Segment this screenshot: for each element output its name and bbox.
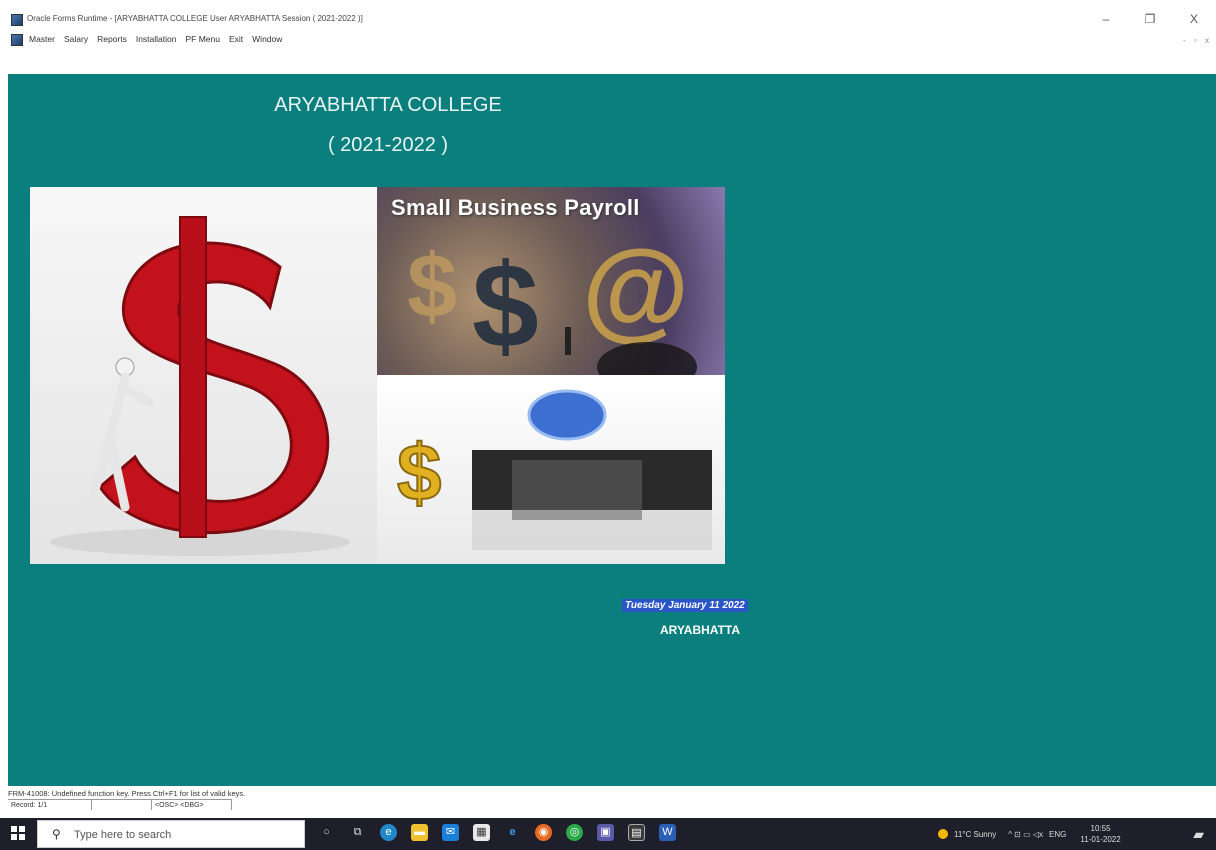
oracle-forms-taskbar-icon[interactable]: ▤ [628,824,645,841]
clock-date: 11-01-2022 [1080,835,1121,844]
cortana-icon[interactable]: ○ [318,824,335,841]
minimize-button[interactable]: – [1084,8,1128,30]
chrome-icon[interactable]: ◎ [566,824,583,841]
status-cell-blank [92,799,152,810]
status-bar: FRM-41008: Undefined function key. Press… [0,786,1216,818]
menu-reports[interactable]: Reports [97,34,127,44]
menu-installation[interactable]: Installation [136,34,177,44]
tray-icons[interactable]: ^ ⊡ ▭ ◁x [1008,830,1043,839]
notification-icon[interactable]: ▰ [1193,826,1204,843]
search-icon: ⚲ [52,827,61,841]
word-icon[interactable]: W [659,824,676,841]
window-title: Oracle Forms Runtime - [ARYABHATTA COLLE… [27,14,363,23]
internet-explorer-icon[interactable]: e [504,824,521,841]
calculator-icon[interactable]: ▦ [473,824,490,841]
mdi-window-controls[interactable]: - ▫ x [1183,36,1212,45]
windows-taskbar: ⚲ Type here to search ○ ⧉ e ▬ ✉ ▦ e ◉ ◎ … [0,818,1216,850]
status-message: FRM-41008: Undefined function key. Press… [8,789,246,798]
mail-icon[interactable]: ✉ [442,824,459,841]
svg-text:$: $ [397,428,442,517]
svg-text:$: $ [407,237,457,337]
banner-title: Small Business Payroll [391,195,640,220]
session-year: ( 2021-2022 ) [327,134,449,156]
osc-dbg-indicator: <OSC> <DBG> [152,799,232,810]
weather-text[interactable]: 11°C Sunny [954,830,996,839]
record-indicator: Record: 1/1 [8,799,92,810]
payroll-image-collage: $ $ @ Small Business Payroll $ [30,187,725,564]
current-date: Tuesday January 11 2022 [622,599,748,612]
restore-button[interactable]: ❐ [1128,8,1172,30]
app-icon[interactable]: ▣ [597,824,614,841]
firefox-icon[interactable]: ◉ [535,824,552,841]
title-bar: Oracle Forms Runtime - [ARYABHATTA COLLE… [0,0,1216,30]
gold-dollar-cubes-image: $ [377,375,725,564]
clock[interactable]: 10:55 11-01-2022 [1080,823,1120,845]
college-name: ARYABHATTA COLLEGE [274,94,502,116]
search-placeholder: Type here to search [74,829,172,841]
task-view-icon[interactable]: ⧉ [349,824,366,841]
clock-time: 10:55 [1090,824,1111,833]
menu-master[interactable]: Master [29,34,55,44]
current-user: ARYABHATTA [660,623,740,637]
menu-window[interactable]: Window [252,34,282,44]
menu-bar: Master Salary Reports Installation PF Me… [0,30,1216,74]
red-dollar-image [30,187,377,564]
payroll-banner-image: $ $ @ Small Business Payroll [377,187,725,375]
svg-text:@: @ [582,228,689,351]
taskbar-search-box[interactable]: ⚲ Type here to search [37,820,305,848]
menu-exit[interactable]: Exit [229,34,243,44]
oracle-forms-window: Oracle Forms Runtime - [ARYABHATTA COLLE… [0,0,1216,850]
form-icon [11,34,23,46]
weather-sun-icon [938,829,948,839]
menu-salary[interactable]: Salary [64,34,88,44]
form-canvas: ARYABHATTA COLLEGE ( 2021-2022 ) $ $ @ S… [8,74,1216,786]
window-controls: – ❐ X [1084,8,1216,30]
file-explorer-icon[interactable]: ▬ [411,824,428,841]
menu-pf-menu[interactable]: PF Menu [185,34,220,44]
system-tray: 11°C Sunny ^ ⊡ ▭ ◁x ENG 10:55 11-01-2022 [938,818,1121,850]
language-indicator[interactable]: ENG [1049,830,1066,839]
close-button[interactable]: X [1172,8,1216,30]
svg-text:$: $ [472,239,539,373]
edge-icon[interactable]: e [380,824,397,841]
windows-start-icon[interactable] [11,826,25,840]
oracle-forms-icon [11,14,23,26]
